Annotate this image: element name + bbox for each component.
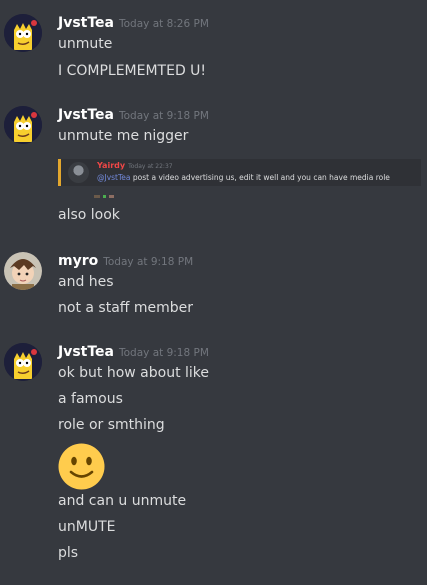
message-text: ok but how about like — [58, 365, 210, 381]
message-text: role or smthing — [58, 417, 165, 433]
embed-message-text: post a video advertising us, edit it wel… — [130, 173, 390, 182]
embed-author-name[interactable]: Yairdy — [97, 161, 125, 170]
message-timestamp: Today at 8:26 PM — [119, 18, 209, 30]
user-mention[interactable]: @JvstTea — [97, 173, 131, 182]
embed-image-edge — [94, 195, 114, 198]
message-text: unmute — [58, 36, 113, 52]
user-avatar[interactable] — [4, 106, 42, 144]
username[interactable]: myro — [58, 253, 98, 269]
message-text: also look — [58, 207, 120, 223]
username[interactable]: JvstTea — [58, 15, 114, 31]
chat-window: { "messages": [ { "author": "JvstTea", "… — [0, 0, 427, 585]
message-text: I COMPLEMEMTED U! — [58, 63, 207, 79]
message-text: unMUTE — [58, 519, 116, 535]
anime-character-avatar-icon — [4, 252, 42, 290]
message-text: a famous — [58, 391, 123, 407]
embed-timestamp: Today at 22:37 — [128, 163, 173, 170]
user-avatar[interactable] — [4, 14, 42, 52]
message-text: not a staff member — [58, 300, 194, 316]
embed-author-avatar — [68, 162, 89, 183]
message-text: pls — [58, 545, 79, 561]
message-text: and hes — [58, 274, 114, 290]
username[interactable]: JvstTea — [58, 107, 114, 123]
message-timestamp: Today at 9:18 PM — [103, 256, 194, 268]
username[interactable]: JvstTea — [58, 344, 114, 360]
bart-simpson-avatar-icon — [4, 14, 42, 52]
slightly-smiling-face-icon[interactable] — [57, 442, 106, 491]
message-text: unmute me nigger — [58, 128, 189, 144]
message-timestamp: Today at 9:18 PM — [119, 347, 209, 359]
message-embed[interactable]: Yairdy Today at 22:37 @JvstTea post a vid… — [58, 159, 421, 186]
user-avatar[interactable] — [4, 343, 42, 381]
bart-simpson-avatar-icon — [4, 343, 42, 381]
message-timestamp: Today at 9:18 PM — [119, 110, 209, 122]
user-avatar[interactable] — [4, 252, 42, 290]
bart-simpson-avatar-icon — [4, 106, 42, 144]
message-text: and can u unmute — [58, 493, 187, 509]
